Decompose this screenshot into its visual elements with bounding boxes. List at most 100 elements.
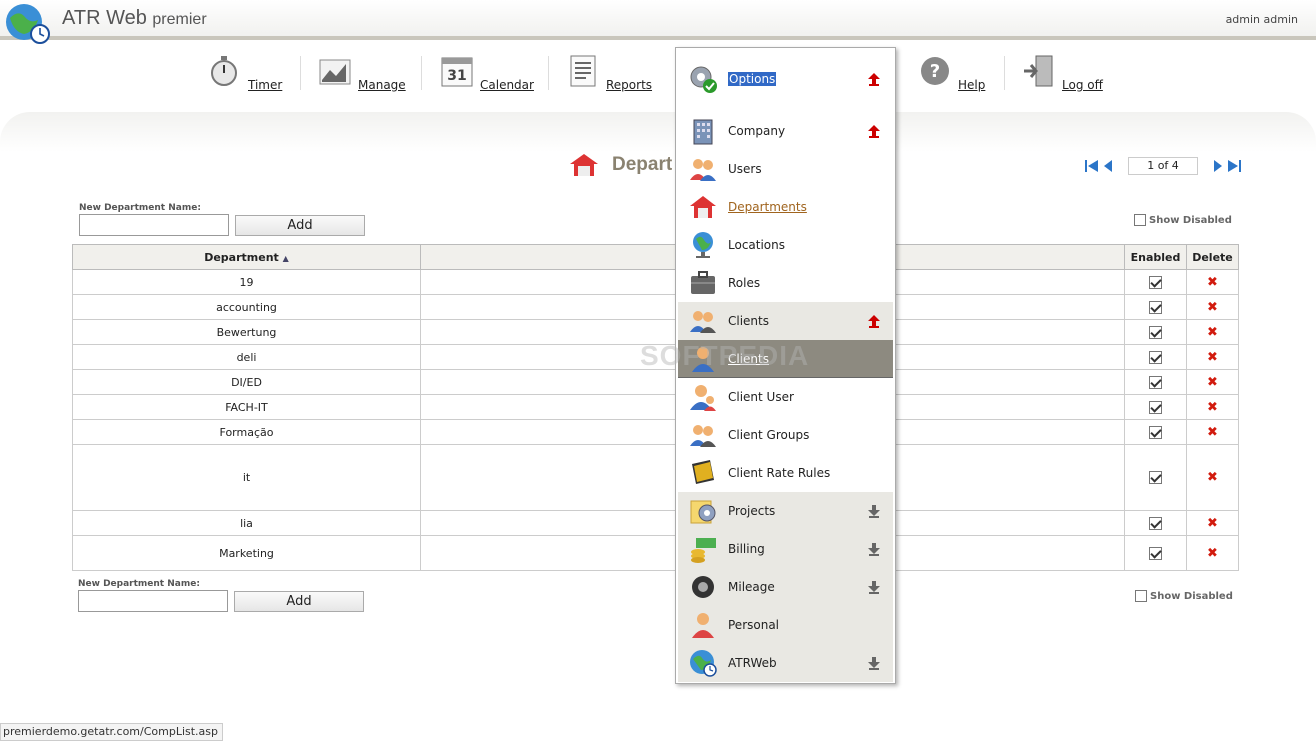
enabled-cell: [1124, 294, 1187, 320]
enabled-checkbox[interactable]: [1149, 350, 1162, 364]
app-title: ATR Web premier: [62, 7, 207, 29]
arrow-up-icon[interactable]: [867, 124, 881, 138]
menu-item-label: Roles: [728, 276, 761, 290]
delete-icon[interactable]: ✖: [1207, 470, 1218, 485]
enabled-cell: [1124, 419, 1187, 445]
delete-cell: ✖: [1186, 369, 1239, 395]
enabled-cell: [1124, 369, 1187, 395]
department-name-cell[interactable]: lia: [72, 510, 421, 536]
show-disabled-checkbox[interactable]: [1135, 590, 1147, 602]
delete-icon[interactable]: ✖: [1207, 425, 1218, 440]
menu-item-mileage[interactable]: Mileage: [678, 568, 893, 606]
nav-help-label[interactable]: Help: [958, 78, 985, 92]
enabled-checkbox[interactable]: [1149, 471, 1162, 485]
nav-calendar-label[interactable]: Calendar: [480, 78, 534, 92]
nav-divider: [300, 56, 301, 90]
arrow-up-icon[interactable]: [867, 314, 881, 328]
menu-item-projects[interactable]: Projects: [678, 492, 893, 530]
nav-logoff-label[interactable]: Log off: [1062, 78, 1103, 92]
menu-item-clients-group[interactable]: Clients: [678, 302, 893, 340]
menu-item-label: Departments: [728, 200, 807, 214]
new-department-form-bottom: New Department Name:: [78, 579, 228, 612]
show-disabled-top[interactable]: Show Disabled: [1134, 214, 1232, 226]
show-disabled-bottom[interactable]: Show Disabled: [1135, 590, 1233, 602]
menu-item-users[interactable]: Users: [678, 150, 893, 188]
stopwatch-icon: [211, 56, 237, 86]
department-name-cell[interactable]: DI/ED: [72, 369, 421, 395]
first-page-icon[interactable]: [1084, 158, 1100, 174]
delete-icon[interactable]: ✖: [1207, 375, 1218, 390]
enabled-checkbox[interactable]: [1149, 325, 1162, 339]
menu-item-personal[interactable]: Personal: [678, 606, 893, 644]
enabled-checkbox[interactable]: [1149, 400, 1162, 414]
menu-item-client-groups[interactable]: Client Groups: [678, 416, 893, 454]
arrow-down-icon[interactable]: [867, 656, 881, 670]
arrow-down-icon[interactable]: [867, 542, 881, 556]
department-name-cell[interactable]: Bewertung: [72, 319, 421, 345]
delete-cell: ✖: [1186, 269, 1239, 295]
menu-item-label: Locations: [728, 238, 786, 252]
menu-item-locations[interactable]: Locations: [678, 226, 893, 264]
arrow-up-icon[interactable]: [867, 72, 881, 86]
nav-timer-label[interactable]: Timer: [248, 78, 282, 92]
department-name-cell[interactable]: accounting: [72, 294, 421, 320]
enabled-checkbox[interactable]: [1149, 516, 1162, 530]
nav-manage[interactable]: Manage: [318, 54, 406, 104]
department-column-header[interactable]: Department ▲: [72, 244, 421, 270]
arrow-down-icon[interactable]: [867, 504, 881, 518]
nav-manage-label[interactable]: Manage: [358, 78, 406, 92]
arrow-down-icon[interactable]: [867, 580, 881, 594]
nav-logoff[interactable]: Log off: [1022, 54, 1103, 104]
delete-icon[interactable]: ✖: [1207, 350, 1218, 365]
nav-divider: [1004, 56, 1005, 90]
add-button[interactable]: Add: [234, 591, 364, 612]
menu-item-company[interactable]: Company: [678, 112, 893, 150]
menu-item-atrweb[interactable]: ATRWeb: [678, 644, 893, 682]
nav-reports-label[interactable]: Reports: [606, 78, 652, 92]
delete-icon[interactable]: ✖: [1207, 516, 1218, 531]
new-department-form-top: New Department Name:: [79, 203, 229, 236]
last-page-icon[interactable]: [1226, 158, 1242, 174]
menu-item-client-rate-rules[interactable]: Client Rate Rules: [678, 454, 893, 492]
pager: 1 of 4: [1084, 157, 1242, 175]
menu-item-label: Personal: [728, 618, 780, 632]
delete-icon[interactable]: ✖: [1207, 275, 1218, 290]
menu-item-departments[interactable]: Departments: [678, 188, 893, 226]
nav-timer[interactable]: Timer: [208, 54, 282, 104]
add-button[interactable]: Add: [235, 215, 365, 236]
enabled-checkbox[interactable]: [1149, 375, 1162, 389]
department-name-cell[interactable]: Marketing: [72, 535, 421, 571]
menu-item-billing[interactable]: Billing: [678, 530, 893, 568]
show-disabled-checkbox[interactable]: [1134, 214, 1146, 226]
delete-icon[interactable]: ✖: [1207, 325, 1218, 340]
enabled-cell: [1124, 394, 1187, 420]
enabled-checkbox[interactable]: [1149, 425, 1162, 439]
department-name-cell[interactable]: 19: [72, 269, 421, 295]
enabled-checkbox[interactable]: [1149, 300, 1162, 314]
table-row: accounting ✖: [72, 294, 1239, 320]
menu-item-client-user[interactable]: Client User: [678, 378, 893, 416]
prev-page-icon[interactable]: [1100, 158, 1116, 174]
department-name-cell[interactable]: Formação: [72, 419, 421, 445]
enabled-checkbox[interactable]: [1149, 275, 1162, 289]
menu-item-roles[interactable]: Roles: [678, 264, 893, 302]
nav-help[interactable]: ? Help: [918, 54, 985, 104]
nav-divider: [421, 56, 422, 90]
department-name-cell[interactable]: deli: [72, 344, 421, 370]
delete-icon[interactable]: ✖: [1207, 400, 1218, 415]
new-department-label: New Department Name:: [78, 579, 200, 589]
projects-icon: [690, 500, 716, 524]
nav-calendar[interactable]: 31 Calendar: [440, 54, 534, 104]
page-indicator[interactable]: 1 of 4: [1128, 157, 1198, 175]
delete-icon[interactable]: ✖: [1207, 300, 1218, 315]
next-page-icon[interactable]: [1210, 158, 1226, 174]
nav-reports[interactable]: Reports: [566, 54, 652, 104]
new-department-input[interactable]: [78, 590, 228, 612]
department-name-cell[interactable]: it: [72, 444, 421, 511]
chart-icon: [319, 59, 351, 85]
enabled-checkbox[interactable]: [1149, 546, 1162, 560]
menu-item-options[interactable]: Options: [678, 60, 893, 98]
delete-icon[interactable]: ✖: [1207, 546, 1218, 561]
new-department-input[interactable]: [79, 214, 229, 236]
department-name-cell[interactable]: FACH-IT: [72, 394, 421, 420]
